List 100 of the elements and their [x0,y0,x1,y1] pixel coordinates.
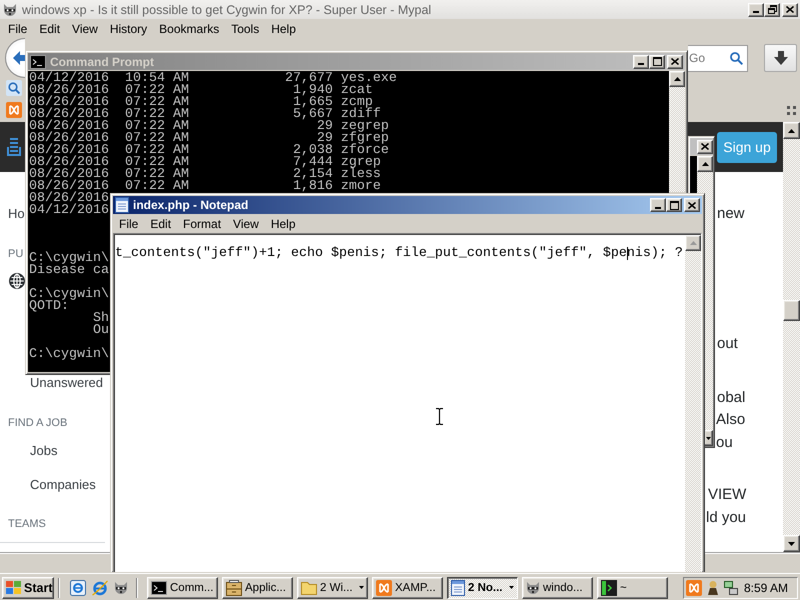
knot-tile-icon [376,580,392,596]
taskbar-button[interactable]: ~ [597,576,668,598]
nav-link[interactable]: Unanswered [30,374,103,392]
nav-link[interactable]: Companies [30,476,96,494]
web-page-icon[interactable] [70,580,86,596]
search-field[interactable]: Go [688,44,748,72]
raccoon-icon [3,2,17,16]
minimize-button[interactable] [650,198,666,212]
scroll-down-button[interactable] [783,535,800,552]
cabinet-icon [226,580,242,596]
taskbar-button[interactable]: 2 Wi... [297,576,368,598]
nav-link[interactable]: Jobs [30,442,58,460]
scroll-up-button[interactable] [783,122,800,139]
start-button[interactable]: Start [2,576,54,598]
menu-item[interactable]: Tools [225,20,266,36]
close-button[interactable] [684,198,700,212]
close-icon [786,6,794,13]
scroll-up-icon [788,128,795,132]
minimize-icon [655,206,661,208]
nav-heading: PU [8,247,24,261]
menu-item[interactable]: File [113,216,144,230]
window-title: index.php - Notepad [133,198,250,212]
scroll-down-icon [706,436,711,440]
caret-icon [509,586,514,589]
clock: 8:59 AM [744,580,788,594]
globe-icon[interactable] [9,273,25,289]
flag-icon [6,581,21,594]
body-text: new [717,204,745,224]
taskbar-button[interactable]: windo... [522,576,593,598]
console-line: Ou [92,325,109,337]
window-title: windows xp - Is it still possible to get Cygwin for XP? - Super User - Mypal [22,2,432,16]
stack-icon[interactable] [7,138,21,156]
taskbar-button[interactable]: 2 No... [447,576,518,598]
menu-item[interactable]: History [104,20,154,36]
close-icon [671,58,679,65]
console-line: 04/12/2016 [29,205,109,217]
restore-icon [768,5,776,14]
grip-icon [787,106,796,114]
body-text: Also [716,410,746,430]
taskbar-button[interactable]: Applic... [222,576,293,598]
figure-icon[interactable] [706,580,720,594]
menu-item[interactable]: Bookmarks [153,20,226,36]
back-button[interactable] [5,38,25,78]
computers-icon[interactable] [724,580,738,594]
maximize-icon [652,57,662,66]
scroll-up-icon [702,162,708,166]
back-arrow-icon [13,51,25,65]
maximize-button[interactable] [649,54,665,68]
notepad-icon [115,197,129,213]
knot-tile-icon[interactable] [686,580,702,596]
caret-icon [359,586,364,589]
menu-item[interactable]: Help [264,216,302,230]
minimize-button[interactable] [748,2,764,16]
console-line: QOTD: [29,301,69,313]
console-line: C:\cygwin\ [29,289,109,301]
menu-item[interactable]: Format [177,216,228,230]
close-button[interactable] [782,2,798,16]
body-text: obal [717,388,746,408]
scroll-up-icon [690,241,696,245]
scroll-up-button[interactable] [669,71,685,87]
console-line: C:\cygwin\ [29,253,109,265]
i-beam-pointer-icon [435,408,444,425]
console-icon [151,580,167,594]
scroll-up-icon [674,77,680,81]
folder-icon [301,580,317,594]
raccoon-icon[interactable] [114,580,128,594]
menu-item[interactable]: File [2,20,34,36]
menu-item[interactable]: View [227,216,265,230]
close-icon [688,202,696,208]
terminal-icon [601,580,617,596]
menu-item[interactable]: Edit [144,216,178,230]
taskbar-button[interactable]: XAMP... [372,576,443,598]
nav-heading: TEAMS [8,517,46,531]
menu-item[interactable]: View [66,20,104,36]
taskbar-button[interactable]: Comm... [147,576,218,598]
search-icon[interactable] [6,80,22,96]
orbit-ring-icon[interactable] [92,580,108,596]
restore-button[interactable] [764,2,780,16]
close-button[interactable] [667,54,683,68]
scroll-up-button[interactable] [697,156,713,172]
body-text: VIEW [708,485,746,505]
body-text: ld you [706,508,746,528]
download-button[interactable] [764,44,797,72]
menu-item[interactable]: Help [265,20,302,36]
menu-item[interactable]: Edit [33,20,66,36]
knot-tile-icon[interactable] [6,102,22,118]
scroll-up-button[interactable] [685,235,701,251]
search-icon [730,52,743,64]
close-icon [701,143,709,150]
maximize-button[interactable] [666,198,682,212]
close-button[interactable] [697,140,713,154]
console-line: C:\cygwin\ [29,349,109,361]
minimize-button[interactable] [633,54,649,68]
body-text: out [717,334,738,354]
nav-link[interactable]: Ho [8,205,25,223]
raccoon-icon [526,580,540,594]
maximize-icon [670,200,678,210]
download-arrow-icon [774,51,788,65]
scrollbar-thumb[interactable] [783,300,800,321]
console-line: Sh [92,313,109,325]
